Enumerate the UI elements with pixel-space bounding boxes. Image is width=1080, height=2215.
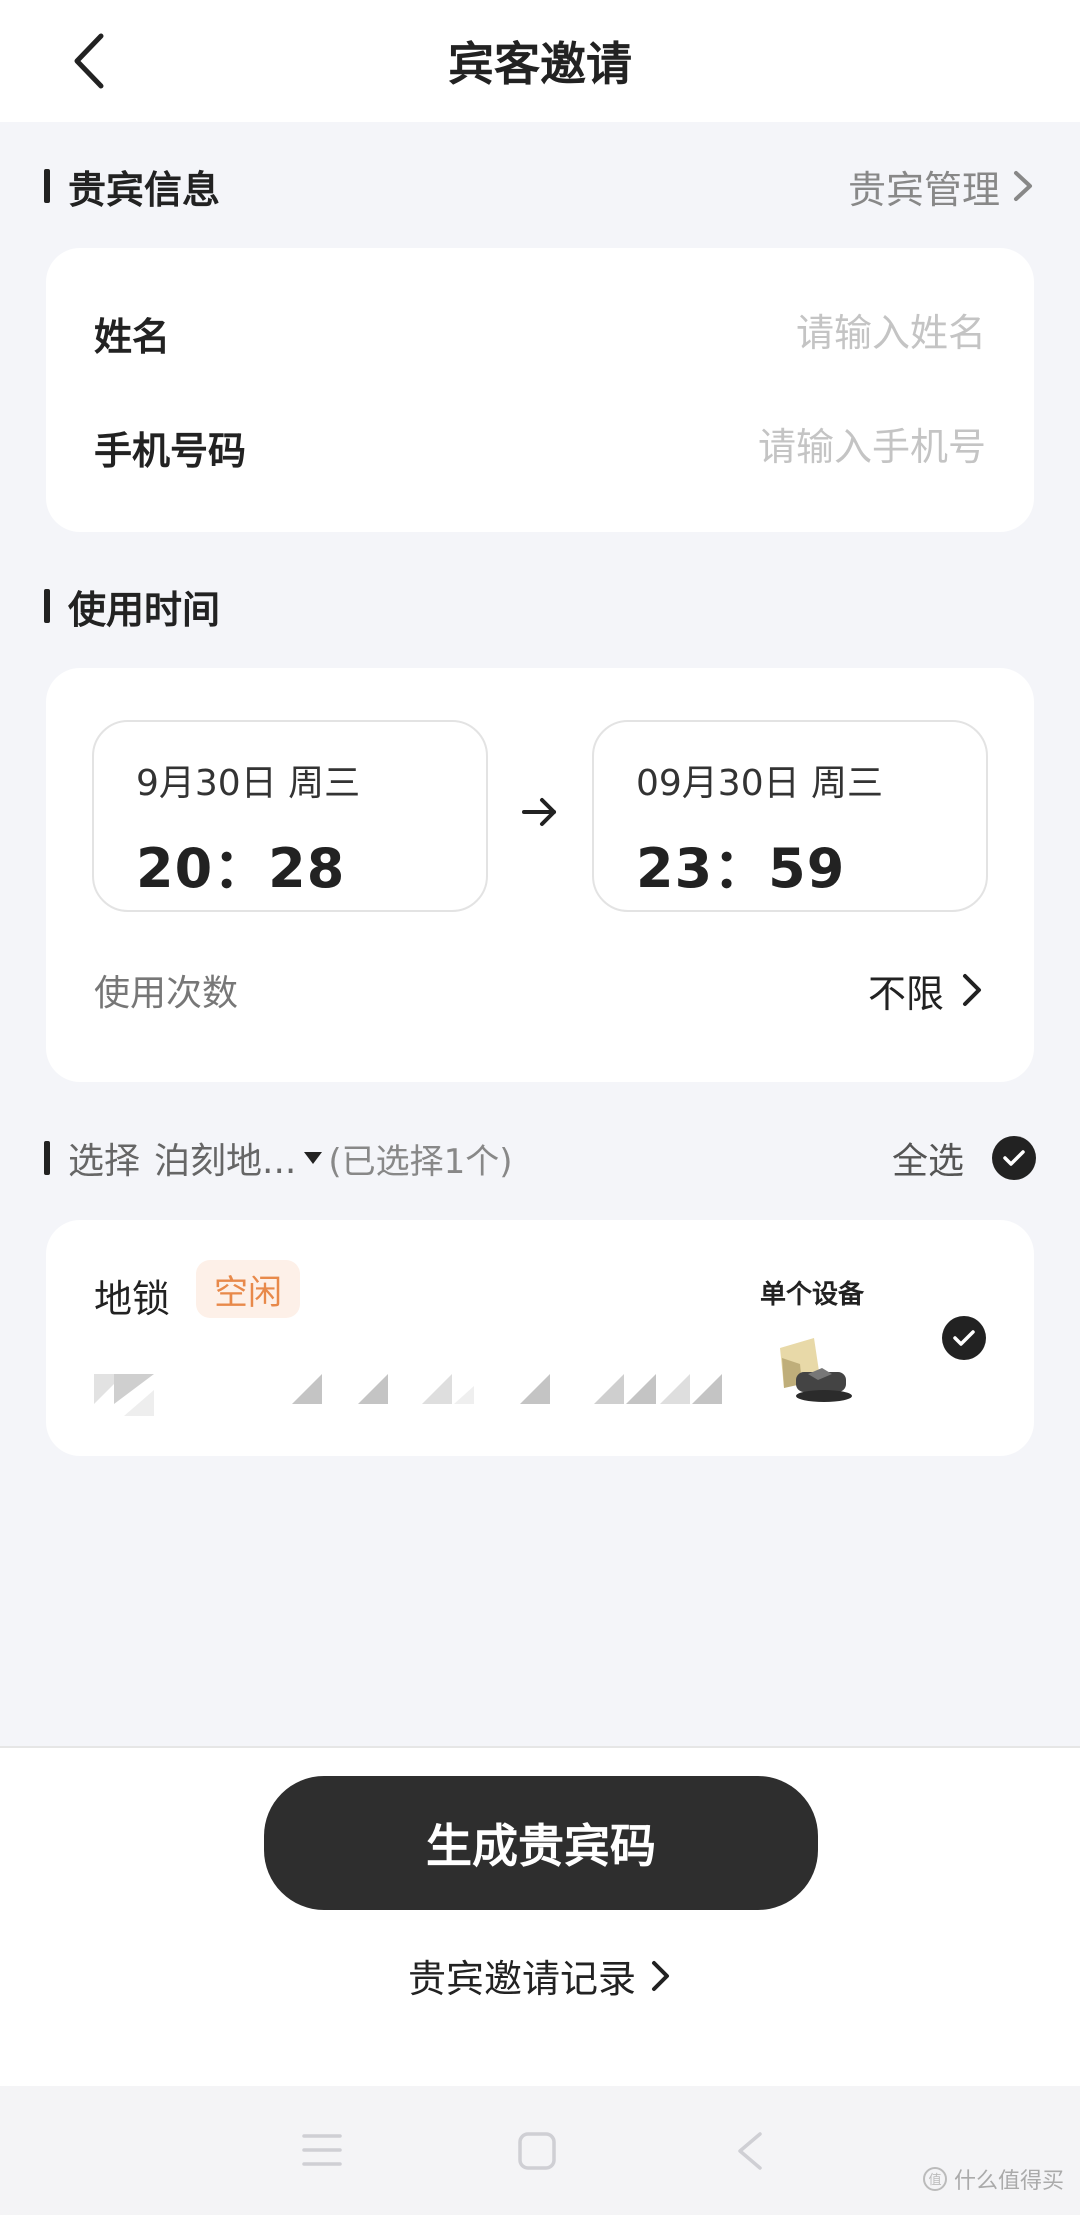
start-time: 20：28 bbox=[136, 837, 346, 900]
arrow-right-icon bbox=[522, 798, 556, 826]
phone-input[interactable] bbox=[626, 425, 986, 469]
selected-count: (已选择1个) bbox=[328, 1141, 513, 1182]
invite-record-link[interactable]: 贵宾邀请记录 bbox=[0, 1948, 1080, 2003]
status-badge: 空闲 bbox=[196, 1260, 300, 1318]
chevron-right-icon bbox=[963, 974, 981, 1006]
usage-count-value-group: 不限 bbox=[868, 963, 986, 1018]
usage-count-value: 不限 bbox=[867, 971, 944, 1016]
page-title: 宾客邀请 bbox=[448, 37, 632, 91]
start-time-picker[interactable]: 9月30日 周三 20：28 bbox=[92, 720, 488, 912]
chevron-right-icon bbox=[1014, 171, 1032, 201]
select-prefix: 选择 bbox=[68, 1141, 141, 1182]
guest-manage-link[interactable]: 贵宾管理 bbox=[848, 159, 1036, 214]
chevron-right-icon bbox=[652, 1960, 669, 1991]
section-accent-bar bbox=[44, 169, 50, 203]
end-time-picker[interactable]: 09月30日 周三 23：59 bbox=[592, 720, 988, 912]
name-input[interactable] bbox=[626, 311, 986, 355]
select-all-toggle[interactable]: 全选 bbox=[892, 1132, 1036, 1184]
menu-icon[interactable] bbox=[300, 2130, 344, 2170]
location-name: 泊刻地... bbox=[154, 1141, 297, 1182]
caret-down-icon bbox=[304, 1152, 323, 1164]
home-square-icon[interactable] bbox=[516, 2130, 558, 2172]
phone-row: 手机号码 bbox=[94, 412, 986, 482]
device-card[interactable]: 地锁 空闲 单个设备 bbox=[46, 1220, 1034, 1456]
svg-text:值: 值 bbox=[928, 2172, 941, 2188]
header-bar: 宾客邀请 bbox=[0, 0, 1080, 122]
device-name: 地锁 bbox=[94, 1277, 171, 1321]
usage-count-row[interactable]: 使用次数 不限 bbox=[94, 960, 986, 1020]
invite-record-label: 贵宾邀请记录 bbox=[407, 1957, 636, 2001]
device-check[interactable] bbox=[942, 1316, 986, 1360]
system-nav-bar: 值 什么值得买 bbox=[0, 2086, 1080, 2215]
checkmark-circle-icon bbox=[942, 1316, 986, 1360]
end-time: 23：59 bbox=[636, 837, 846, 900]
guest-info-title: 贵宾信息 bbox=[68, 167, 221, 212]
watermark-text: 什么值得买 bbox=[953, 2169, 1064, 2194]
section-accent-bar bbox=[44, 589, 50, 623]
device-select-header: 选择 泊刻地... (已选择1个) 全选 bbox=[44, 1128, 1036, 1188]
device-id-obscured-icon bbox=[94, 1374, 722, 1416]
guest-info-section-header: 贵宾信息 贵宾管理 bbox=[44, 156, 1036, 216]
location-dropdown[interactable]: 泊刻地... bbox=[154, 1132, 324, 1184]
device-type-tag: 单个设备 bbox=[760, 1280, 865, 1310]
usage-time-title: 使用时间 bbox=[68, 587, 221, 632]
end-date: 09月30日 周三 bbox=[636, 763, 884, 804]
select-all-label: 全选 bbox=[891, 1141, 964, 1182]
phone-label: 手机号码 bbox=[94, 428, 247, 473]
name-row: 姓名 bbox=[94, 298, 986, 368]
start-date: 9月30日 周三 bbox=[136, 763, 361, 804]
usage-count-label: 使用次数 bbox=[94, 973, 239, 1014]
guest-info-card: 姓名 手机号码 bbox=[46, 248, 1034, 532]
bottom-action-bar: 生成贵宾码 贵宾邀请记录 bbox=[0, 1746, 1080, 2086]
back-triangle-icon[interactable] bbox=[734, 2130, 766, 2172]
section-accent-bar bbox=[44, 1141, 50, 1175]
watermark-logo-icon: 值 bbox=[922, 2167, 947, 2191]
name-label: 姓名 bbox=[94, 314, 171, 359]
checkmark-circle-icon bbox=[992, 1136, 1036, 1180]
usage-time-section-header: 使用时间 bbox=[44, 576, 1036, 636]
guest-manage-label: 贵宾管理 bbox=[847, 167, 1000, 212]
usage-time-card: 9月30日 周三 20：28 09月30日 周三 23：59 使用次数 不限 bbox=[46, 668, 1034, 1082]
watermark: 值 什么值得买 bbox=[922, 2163, 1064, 2195]
parking-lock-image-icon bbox=[780, 1338, 852, 1402]
generate-guest-code-button[interactable]: 生成贵宾码 bbox=[264, 1776, 818, 1910]
